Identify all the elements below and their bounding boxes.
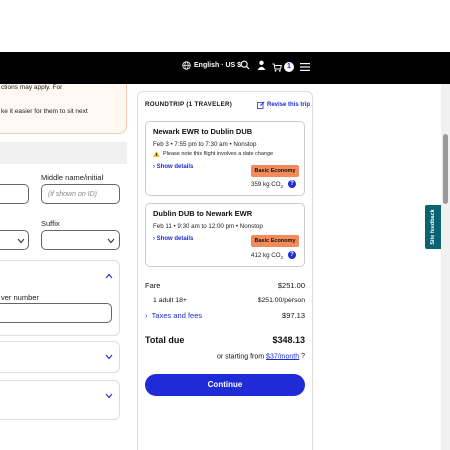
cabin-badge: Basic Economy <box>251 235 299 247</box>
number-label: ver number <box>1 293 39 302</box>
chevron-down-icon <box>105 354 113 360</box>
taxes-value: $97.13 <box>282 311 305 320</box>
chevron-down-icon <box>105 393 113 399</box>
co2-subscript: 2 <box>280 255 284 261</box>
chevron-down-icon <box>17 238 25 244</box>
revise-trip-link[interactable]: Revise this trip <box>257 101 310 109</box>
flight-card-outbound: Newark EWR to Dublin DUB Feb 3 • 7:55 pm… <box>145 121 305 196</box>
suffix-label: Suffix <box>41 219 60 228</box>
co2-value: 412 kg CO <box>251 252 281 259</box>
taxes-toggle[interactable]: › Taxes and fees <box>145 311 202 320</box>
show-details-label: Show details <box>156 164 194 170</box>
traveler-form: ctions may apply. For ke it easier for t… <box>0 84 130 450</box>
adult-value: $251.00/person <box>257 297 305 304</box>
taxes-row: › Taxes and fees $97.13 <box>145 311 305 322</box>
continue-button[interactable]: Continue <box>145 374 305 396</box>
date-change-note: Please note this flight involves a date … <box>153 151 273 157</box>
flight-times: Feb 3 • 7:55 pm to 7:30 am • Nonstop <box>153 141 257 148</box>
taxes-label: Taxes and fees <box>151 311 203 320</box>
collapsed-section[interactable] <box>0 341 120 373</box>
cart-count-badge: 1 <box>284 62 294 72</box>
date-change-text: Please note this flight involves a date … <box>163 151 274 157</box>
total-row: Total due $348.13 <box>145 335 305 346</box>
site-feedback-label: Site feedback <box>430 209 436 245</box>
info-icon[interactable]: ? <box>301 353 305 360</box>
first-name-field[interactable] <box>0 184 29 204</box>
scrollbar-thumb[interactable] <box>443 134 448 204</box>
flight-route: Dublin DUB to Newark EWR <box>153 209 253 218</box>
info-icon[interactable]: ? <box>288 180 296 188</box>
monthly-price-link[interactable]: $37/month <box>266 353 299 360</box>
co2-subscript: 2 <box>280 184 284 190</box>
dropdown-field[interactable] <box>0 230 29 250</box>
trip-heading: ROUNDTRIP (1 TRAVELER) <box>145 101 233 108</box>
warning-icon <box>153 151 160 157</box>
co2-emissions: 412 kg CO2 <box>251 252 283 260</box>
cabin-badge: Basic Economy <box>251 165 299 177</box>
site-feedback-tab[interactable]: Site feedback <box>425 205 441 249</box>
number-field[interactable] <box>0 303 112 323</box>
show-details-label: Show details <box>156 236 194 242</box>
trip-summary-card: ROUNDTRIP (1 TRAVELER) Revise this trip … <box>137 91 313 450</box>
notice-line-2: ke it easier for them to sit next <box>1 108 88 115</box>
co2-value: 359 kg CO <box>251 181 281 188</box>
middle-name-field[interactable]: (if shown on ID) <box>41 184 120 204</box>
chevron-down-icon <box>107 238 115 244</box>
language-label: English · US $ <box>194 62 242 69</box>
collapsed-section[interactable] <box>0 380 120 420</box>
show-details-link[interactable]: › Show details <box>153 236 193 242</box>
flight-times: Feb 11 • 9:30 am to 12:00 pm • Nonstop <box>153 223 263 230</box>
language-selector[interactable]: English · US $ <box>182 61 241 70</box>
flight-card-return: Dublin DUB to Newark EWR Feb 11 • 9:30 a… <box>145 203 305 267</box>
menu-icon[interactable] <box>300 63 310 71</box>
middle-name-label: Middle name/initial <box>41 173 104 182</box>
seating-notice: ctions may apply. For ke it easier for t… <box>0 84 127 134</box>
notice-line-1: ctions may apply. For <box>1 84 63 91</box>
cart-icon <box>272 63 282 72</box>
info-icon[interactable]: ? <box>288 251 296 259</box>
fare-value: $251.00 <box>277 281 305 290</box>
expanded-section: ver number <box>0 260 120 336</box>
total-label: Total due <box>145 335 185 345</box>
co2-emissions: 359 kg CO2 <box>251 181 283 189</box>
fare-row: Fare $251.00 <box>145 281 305 292</box>
section-header-bar <box>0 142 127 164</box>
chevron-up-icon[interactable] <box>105 273 113 279</box>
total-value: $348.13 <box>272 335 305 345</box>
globe-icon <box>182 61 191 70</box>
financing-row: or starting from $37/month ? <box>145 353 305 364</box>
fare-label: Fare <box>145 281 161 290</box>
cart-button[interactable]: 1 <box>272 62 294 72</box>
revise-trip-label: Revise this trip <box>267 102 311 108</box>
top-nav-bar: English · US $ 1 <box>0 52 450 84</box>
flight-route: Newark EWR to Dublin DUB <box>153 127 253 136</box>
adult-row: 1 adult 18+ $251.00/person <box>145 297 305 308</box>
edit-icon <box>257 101 265 109</box>
show-details-link[interactable]: › Show details <box>153 164 193 170</box>
middle-name-placeholder: (if shown on ID) <box>48 191 98 198</box>
search-icon[interactable] <box>240 60 250 70</box>
suffix-select[interactable] <box>41 230 120 250</box>
user-icon[interactable] <box>257 60 266 70</box>
adult-label: 1 adult 18+ <box>153 297 187 304</box>
starting-label: or starting from <box>217 353 265 361</box>
